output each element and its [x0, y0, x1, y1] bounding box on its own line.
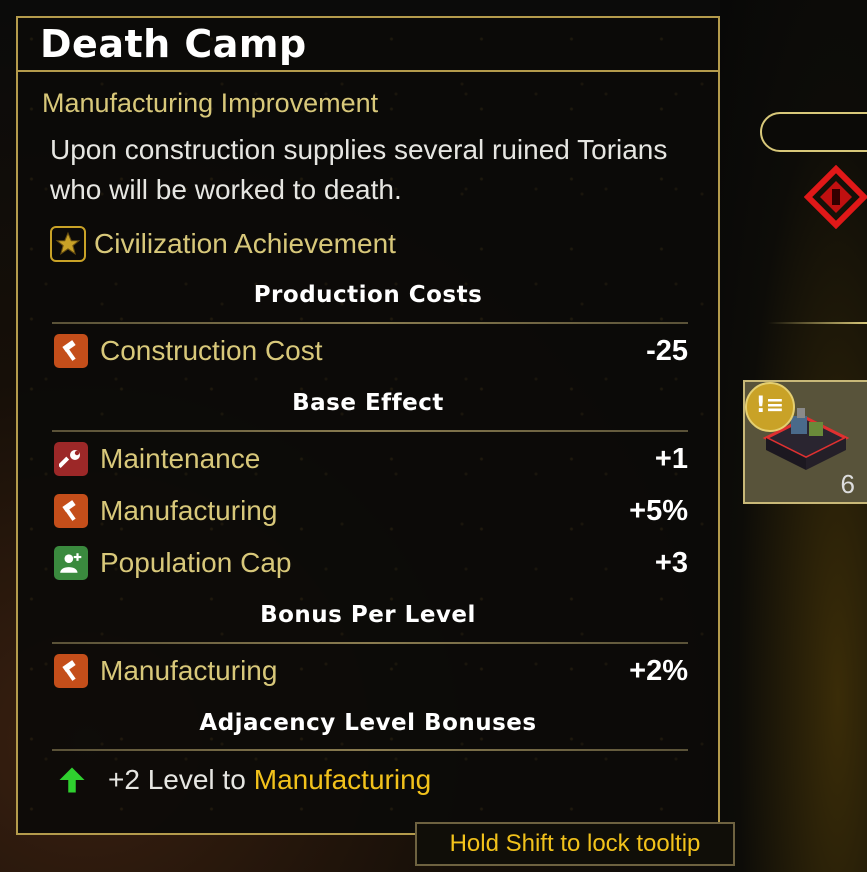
stat-row-construction-cost: Construction Cost -25	[54, 333, 688, 369]
stat-value: +1	[654, 442, 688, 475]
stat-row-manufacturing-per-level: Manufacturing +2%	[54, 653, 688, 689]
stat-label: Maintenance	[100, 443, 261, 474]
divider	[52, 749, 688, 751]
tooltip-subtitle: Manufacturing Improvement	[42, 88, 379, 118]
hammer-icon	[54, 654, 88, 688]
divider	[52, 642, 688, 644]
tooltip-description: Upon construction supplies several ruine…	[50, 134, 668, 205]
stat-row-population-cap: Population Cap +3	[54, 545, 688, 581]
title-bar: Death Camp	[18, 18, 718, 72]
tooltip-panel: Death Camp Manufacturing Improvement Upo…	[16, 16, 720, 835]
adjacency-target: Manufacturing	[253, 764, 432, 795]
section-production-costs: Production Costs	[253, 282, 483, 308]
stat-row-maintenance: Maintenance +1	[54, 441, 688, 477]
alert-list-icon[interactable]: !≡	[745, 382, 795, 432]
hammer-icon	[54, 494, 88, 528]
faction-emblem-icon[interactable]	[803, 164, 867, 230]
stat-label: Population Cap	[100, 547, 292, 578]
green-up-arrow-icon	[54, 762, 90, 798]
divider	[52, 430, 688, 432]
section-bonus-per-level: Bonus Per Level	[260, 602, 476, 628]
stat-value: +5%	[629, 494, 688, 527]
stat-label: Manufacturing	[100, 495, 278, 526]
star-icon	[50, 226, 86, 262]
building-card[interactable]: !≡ 6	[743, 380, 867, 504]
population-add-icon	[54, 546, 88, 580]
achievement: Civilization Achievement	[50, 224, 396, 264]
divider	[52, 322, 688, 324]
achievement-label: Civilization Achievement	[94, 228, 396, 259]
stat-label: Manufacturing	[100, 655, 278, 686]
search-pill[interactable]	[760, 112, 867, 152]
hammer-icon	[54, 334, 88, 368]
lock-tooltip-hint: Hold Shift to lock tooltip	[415, 822, 735, 866]
stat-value: +3	[654, 546, 688, 579]
divider	[768, 322, 867, 324]
wrench-icon	[54, 442, 88, 476]
stat-value: +2%	[629, 654, 688, 687]
section-base-effect: Base Effect	[292, 390, 444, 416]
adjacency-text: +2 Level to	[108, 764, 246, 795]
stat-value: -25	[646, 334, 688, 367]
stat-row-manufacturing: Manufacturing +5%	[54, 493, 688, 529]
stat-label: Construction Cost	[100, 335, 323, 366]
tooltip-title: Death Camp	[40, 22, 307, 66]
adjacency-bonus: +2 Level to Manufacturing	[54, 760, 431, 800]
section-adjacency: Adjacency Level Bonuses	[199, 710, 537, 736]
building-count: 6	[840, 469, 855, 499]
